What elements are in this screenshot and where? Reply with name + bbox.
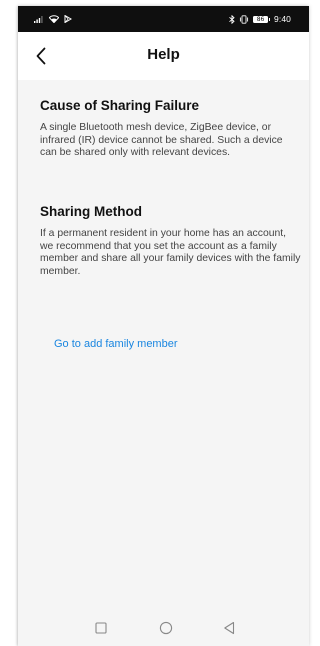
- home-icon: [159, 621, 173, 635]
- battery-level: 86: [253, 15, 269, 23]
- bluetooth-icon: [229, 14, 235, 24]
- status-left-icons: [34, 14, 72, 24]
- status-time: 9:40: [274, 14, 291, 24]
- help-content: Cause of Sharing Failure A single Blueto…: [18, 80, 309, 610]
- section-body: If a permanent resident in your home has…: [40, 228, 301, 277]
- section-heading: Cause of Sharing Failure: [40, 98, 200, 113]
- signal-icon: [34, 15, 44, 23]
- page-title: Help: [147, 46, 180, 63]
- play-store-icon: [64, 15, 72, 23]
- sharing-failure-section: Cause of Sharing Failure A single Blueto…: [40, 98, 302, 160]
- vibrate-icon: [239, 14, 249, 24]
- status-bar: 86 9:40: [18, 6, 309, 32]
- back-triangle-icon: [224, 621, 235, 635]
- home-button[interactable]: [158, 620, 174, 636]
- recent-apps-button[interactable]: [93, 620, 109, 636]
- system-navigation-bar: [18, 610, 309, 646]
- app-screen: 86 9:40 Help Cause of Sharing Failure A …: [18, 6, 309, 646]
- wifi-icon: [49, 15, 59, 23]
- nav-header: Help: [18, 32, 309, 80]
- recent-apps-icon: [95, 622, 107, 634]
- battery-icon: 86: [253, 15, 271, 23]
- section-body: A single Bluetooth mesh device, ZigBee d…: [40, 122, 283, 158]
- sharing-method-section: Sharing Method If a permanent resident i…: [40, 204, 302, 278]
- system-back-button[interactable]: [221, 620, 237, 636]
- section-heading: Sharing Method: [40, 204, 142, 219]
- status-right-icons: 86 9:40: [229, 14, 291, 24]
- add-family-member-link[interactable]: Go to add family member: [54, 338, 178, 350]
- phone-frame: 86 9:40 Help Cause of Sharing Failure A …: [0, 0, 309, 646]
